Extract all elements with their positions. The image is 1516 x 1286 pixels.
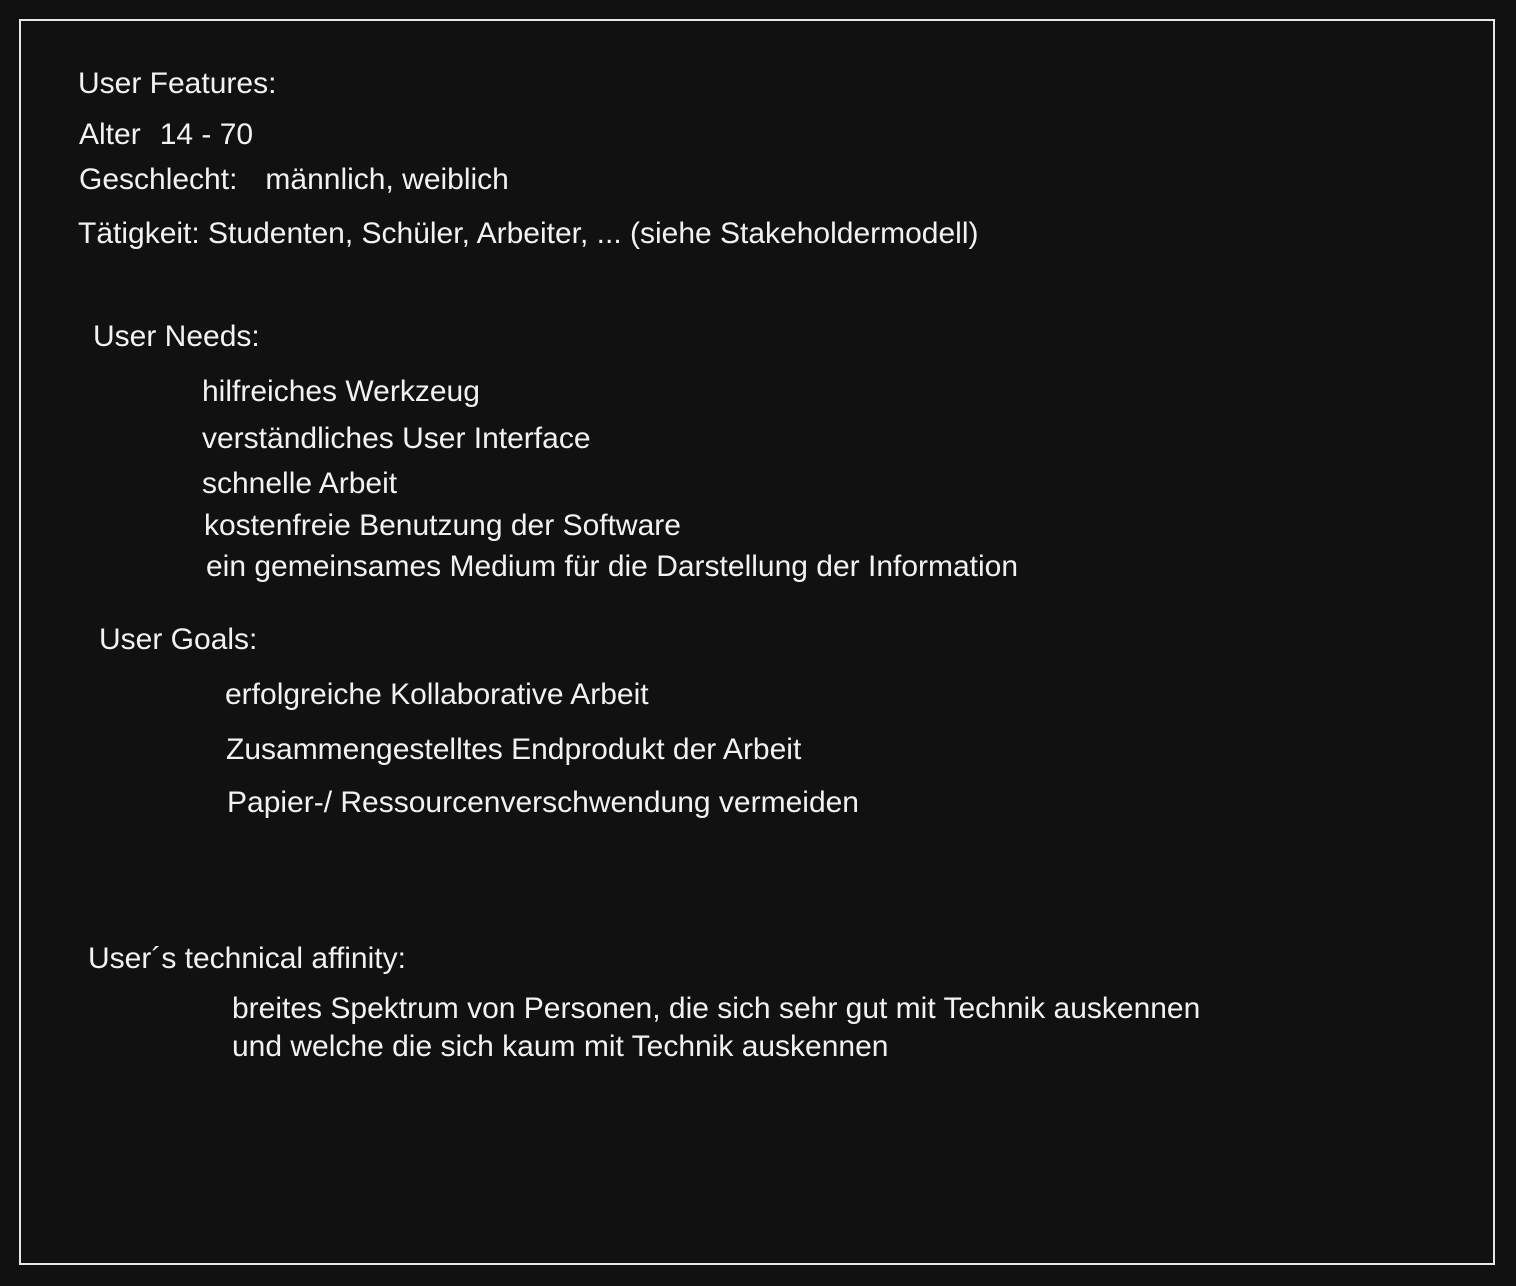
goals-item: Papier-/ Ressourcenverschwendung vermeid… <box>227 786 859 819</box>
age-label: Alter <box>79 118 141 151</box>
needs-item: hilfreiches Werkzeug <box>202 375 480 408</box>
needs-item: kostenfreie Benutzung der Software <box>204 509 681 542</box>
goals-heading: User Goals: <box>99 623 258 656</box>
goals-item: Zusammengestelltes Endprodukt der Arbeit <box>226 733 802 766</box>
needs-item: schnelle Arbeit <box>202 467 398 500</box>
gender-row: Geschlecht: männlich, weiblich <box>79 162 509 198</box>
needs-item: verständliches User Interface <box>202 422 591 455</box>
affinity-heading: User´s technical affinity: <box>88 942 406 975</box>
needs-heading: User Needs: <box>93 320 260 353</box>
occupation-row: Tätigkeit: Studenten, Schüler, Arbeiter,… <box>78 217 979 250</box>
affinity-line: und welche die sich kaum mit Technik aus… <box>232 1030 889 1063</box>
gender-value: männlich, weiblich <box>265 163 509 196</box>
features-heading: User Features: <box>78 67 277 100</box>
affinity-line: breites Spektrum von Personen, die sich … <box>232 992 1201 1025</box>
age-row: Alter 14 - 70 <box>79 117 253 153</box>
age-value: 14 - 70 <box>159 118 254 151</box>
gender-label: Geschlecht: <box>79 163 238 196</box>
goals-item: erfolgreiche Kollaborative Arbeit <box>225 678 649 711</box>
needs-item: ein gemeinsames Medium für die Darstellu… <box>206 550 1019 583</box>
